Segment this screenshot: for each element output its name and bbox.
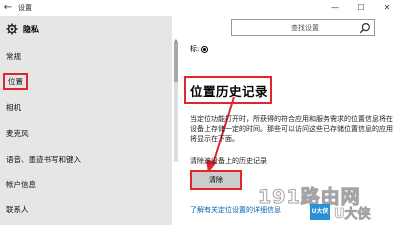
minimize-button[interactable]: — [322,0,348,16]
search-placeholder: 查找设置 [291,23,319,32]
sidebar-item-label: 相机 [6,103,21,112]
search-input[interactable]: 查找设置 [231,19,375,36]
sidebar-item-contacts[interactable]: 联系人 [0,199,172,221]
sidebar-item-label: 常规 [6,52,21,61]
watermark-badge: U大侠 [310,204,330,220]
scrollbar-thumb[interactable] [174,42,178,82]
radio-label: 标: [190,45,200,53]
sidebar-item-location[interactable]: 位置 [0,71,172,93]
title-bar: ← 设置 — ☐ ✕ [0,0,400,16]
sidebar-item-label: 麦克风 [6,129,29,138]
sidebar-item-camera[interactable]: 相机 [0,97,172,119]
sidebar-item-account-info[interactable]: 帐户信息 [0,174,172,196]
search-icon[interactable] [358,21,372,35]
sidebar-title: 隐私 [23,24,39,34]
clear-history-label: 清除这设备上的历史记录 [190,156,267,166]
sidebar-item-speech-inking-typing[interactable]: 语音、墨迹书写和键入 [0,149,172,171]
clear-button[interactable]: 清除 [192,172,240,188]
watermark-text-secondary: U大侠 [334,207,371,223]
settings-window: ← 设置 — ☐ ✕ 隐私 常规 位置 相机 麦克风 语音、墨迹书写和键入 帐户… [0,0,400,225]
sidebar-item-label: 联系人 [6,205,29,214]
sidebar-item-microphone[interactable]: 麦克风 [0,123,172,145]
sidebar-item-label: 语音、墨迹书写和键入 [6,155,81,164]
location-radio-option[interactable]: 标: [190,44,209,54]
clear-label-part-b: 设备上 [211,157,232,165]
sidebar-item-label: 帐户信息 [6,180,36,189]
window-controls: — ☐ ✕ [322,0,400,16]
window-title: 设置 [18,4,32,12]
gear-icon [6,23,18,35]
sidebar-item-label: 位置 [3,73,28,90]
location-history-description: 当定位功能打开时，所获得的符合应用和服务需求的位置信息将在设备上存储一定的时间。… [190,115,393,143]
maximize-button[interactable]: ☐ [348,0,374,16]
scrollbar[interactable] [174,42,178,162]
back-arrow-icon[interactable]: ← [0,0,16,16]
clear-label-part-c: 的历史记录 [232,157,267,165]
radio-button[interactable] [201,45,209,53]
clear-label-part-a: 清除这 [190,157,211,165]
sidebar: 隐私 常规 位置 相机 麦克风 语音、墨迹书写和键入 帐户信息 联系人 [0,16,172,225]
close-button[interactable]: ✕ [374,0,400,16]
sidebar-item-general[interactable]: 常规 [0,46,172,68]
sidebar-header: 隐私 [0,16,172,42]
